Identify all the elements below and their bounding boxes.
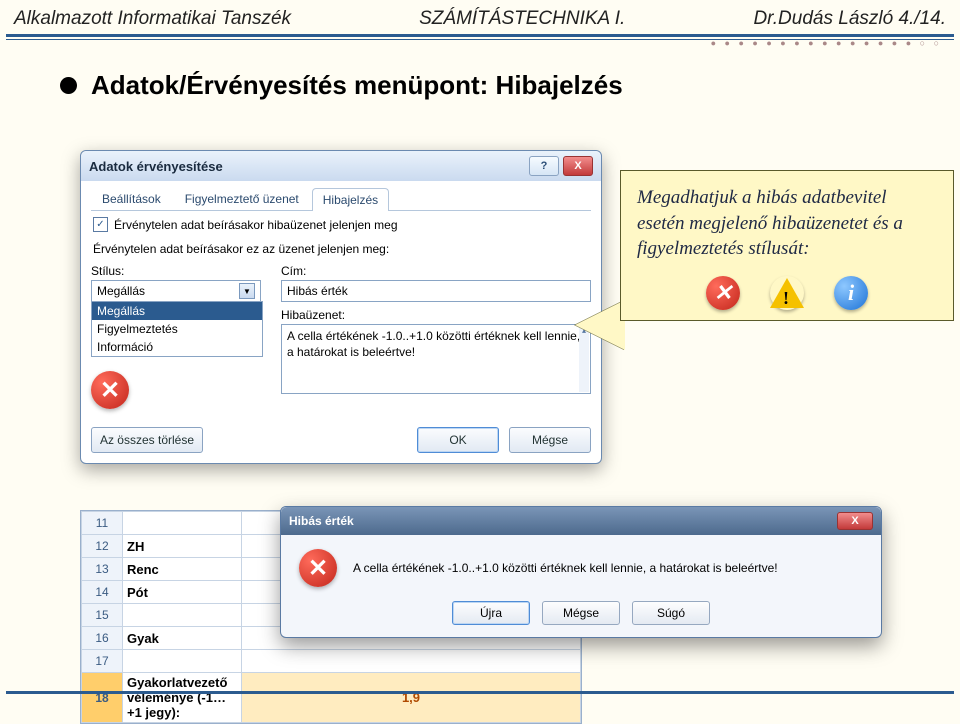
style-label: Stílus: <box>91 264 261 278</box>
clear-all-button[interactable]: Az összes törlése <box>91 427 203 453</box>
stop-icon: ✕ <box>299 549 337 587</box>
stop-icon: ✕ <box>91 371 129 409</box>
style-listbox[interactable]: Megállás Figyelmeztetés Információ <box>91 301 263 357</box>
divider <box>6 691 954 694</box>
style-option-info[interactable]: Információ <box>92 338 262 356</box>
row-header[interactable]: 16 <box>82 627 123 650</box>
row-header[interactable]: 14 <box>82 581 123 604</box>
show-error-checkbox[interactable]: ✓ <box>93 217 108 232</box>
cell[interactable]: Gyak <box>123 627 242 650</box>
ok-button[interactable]: OK <box>417 427 499 453</box>
title-input[interactable]: Hibás érték <box>281 280 591 302</box>
info-icon: i <box>834 276 868 310</box>
help-button[interactable]: ? <box>529 156 559 176</box>
style-combo[interactable]: Megállás ▼ <box>91 280 261 302</box>
cell-selected-value[interactable]: 1,9 <box>242 673 581 723</box>
explanation-callout: Megadhatjuk a hibás adatbevitel esetén m… <box>620 170 954 321</box>
row-header[interactable]: 12 <box>82 535 123 558</box>
message-label: Hibaüzenet: <box>281 308 591 322</box>
dialog-tabs: Beállítások Figyelmeztető üzenet Hibajel… <box>91 187 591 211</box>
style-option-warning[interactable]: Figyelmeztetés <box>92 320 262 338</box>
cell[interactable]: Pót <box>123 581 242 604</box>
cell[interactable] <box>123 512 242 535</box>
message-textarea[interactable]: A cella értékének -1.0..+1.0 közötti ért… <box>281 324 591 394</box>
close-button[interactable]: X <box>837 512 873 530</box>
title-label: Cím: <box>281 264 591 278</box>
warning-icon: ! <box>770 276 804 310</box>
cell[interactable]: ZH <box>123 535 242 558</box>
cell[interactable] <box>242 650 581 673</box>
messagebox-title: Hibás érték <box>289 514 354 528</box>
messagebox-text: A cella értékének -1.0..+1.0 közötti ért… <box>353 561 778 575</box>
chevron-down-icon: ▼ <box>239 283 255 299</box>
callout-text: Megadhatjuk a hibás adatbevitel esetén m… <box>637 187 903 259</box>
row-header[interactable]: 13 <box>82 558 123 581</box>
error-messagebox: Hibás érték X ✕ A cella értékének -1.0..… <box>280 506 882 638</box>
cell[interactable] <box>123 604 242 627</box>
retry-button[interactable]: Újra <box>452 601 530 625</box>
tab-input-message[interactable]: Figyelmeztető üzenet <box>174 187 310 210</box>
cell[interactable]: Gyakorlatvezető véleménye (-1…+1 jegy): <box>123 673 242 723</box>
validation-dialog: Adatok érvényesítése ? X Beállítások Fig… <box>80 150 602 464</box>
page-dots: ● ● ● ● ● ● ● ● ● ● ● ● ● ● ● ○ ○ <box>711 38 942 48</box>
tab-error-alert[interactable]: Hibajelzés <box>312 188 389 211</box>
header-right: Dr.Dudás László 4./14. <box>753 8 946 30</box>
close-button[interactable]: X <box>563 156 593 176</box>
row-header-selected[interactable]: 18 <box>82 673 123 723</box>
cancel-button[interactable]: Mégse <box>509 427 591 453</box>
message-text: A cella értékének -1.0..+1.0 közötti ért… <box>287 329 580 359</box>
stop-icon: ✕ <box>706 276 740 310</box>
tab-settings[interactable]: Beállítások <box>91 187 172 210</box>
header-center: SZÁMÍTÁSTECHNIKA I. <box>419 8 625 30</box>
style-option-stop[interactable]: Megállás <box>92 302 262 320</box>
callout-tail <box>575 300 625 350</box>
help-button[interactable]: Súgó <box>632 601 710 625</box>
row-header[interactable]: 17 <box>82 650 123 673</box>
dialog-prompt: Érvénytelen adat beírásakor ez az üzenet… <box>93 242 591 256</box>
page-title: Adatok/Érvényesítés menüpont: Hibajelzés <box>91 70 623 101</box>
cancel-button[interactable]: Mégse <box>542 601 620 625</box>
row-header[interactable]: 15 <box>82 604 123 627</box>
checkbox-label: Érvénytelen adat beírásakor hibaüzenet j… <box>114 218 398 232</box>
cell[interactable]: Renc <box>123 558 242 581</box>
header-left: Alkalmazott Informatikai Tanszék <box>14 8 291 30</box>
dialog-title: Adatok érvényesítése <box>89 159 223 174</box>
cell[interactable] <box>123 650 242 673</box>
divider <box>6 34 954 37</box>
title-input-value: Hibás érték <box>287 284 348 298</box>
bullet-icon <box>60 77 77 94</box>
row-header[interactable]: 11 <box>82 512 123 535</box>
style-value: Megállás <box>97 284 145 298</box>
